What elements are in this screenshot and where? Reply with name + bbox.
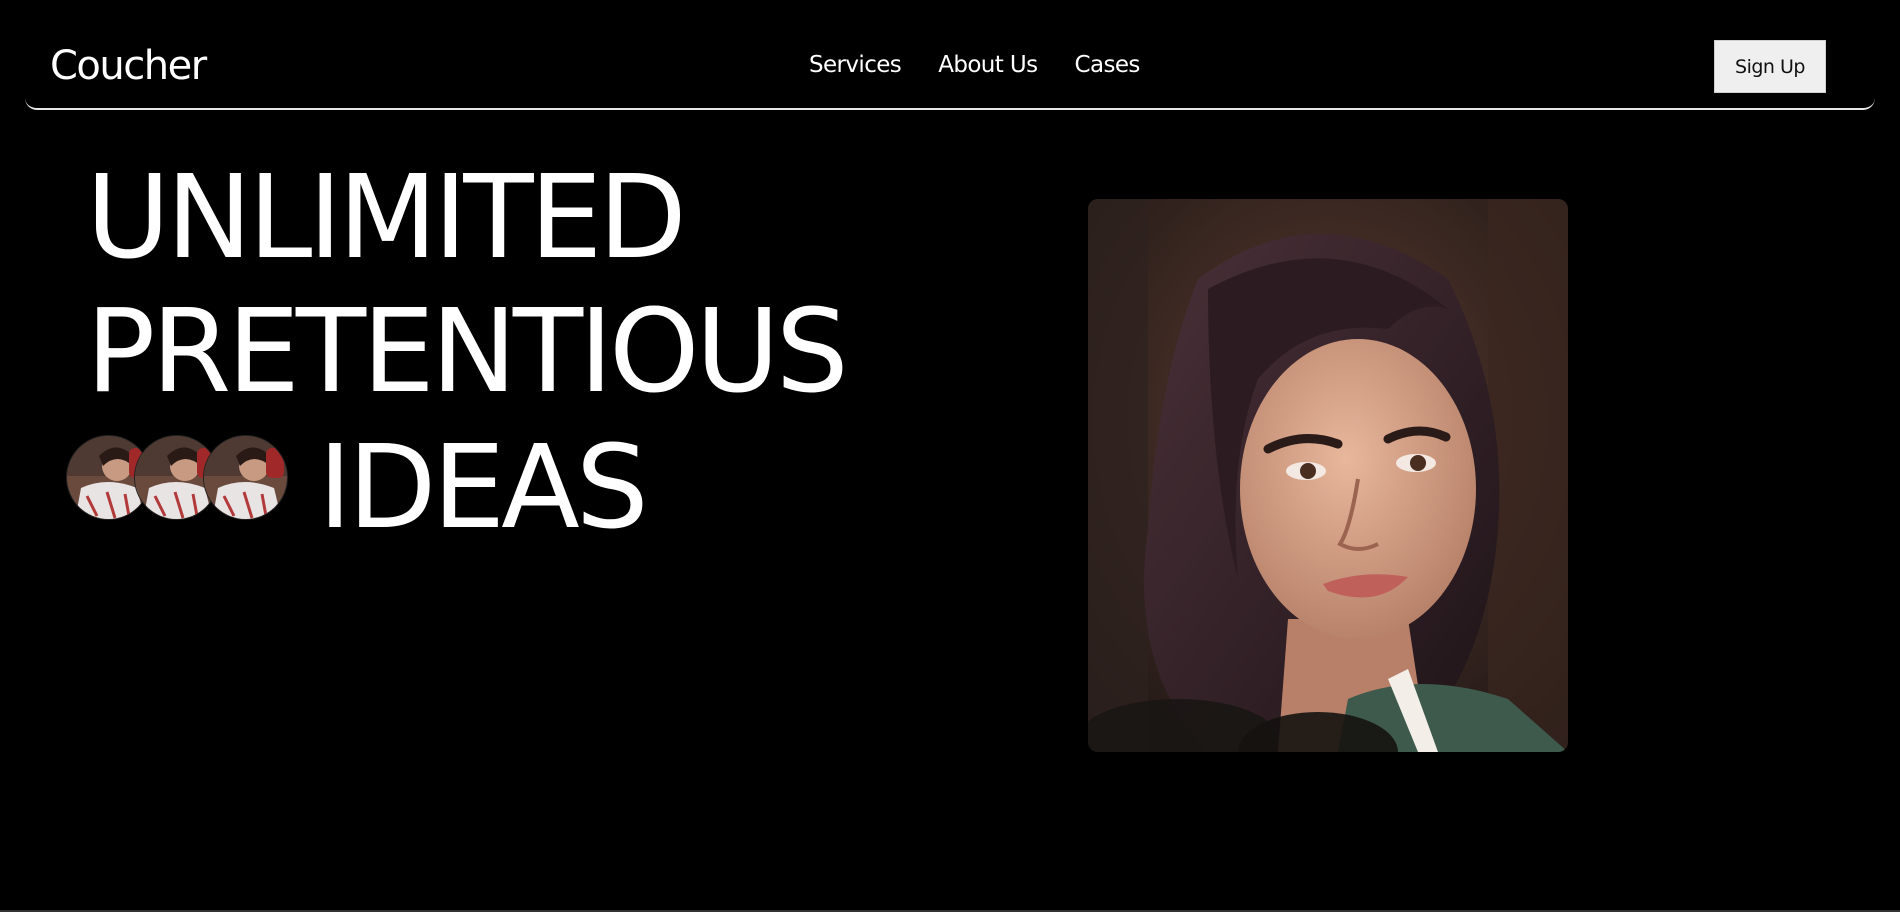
avatar xyxy=(203,435,288,520)
nav-link-cases[interactable]: Cases xyxy=(1075,50,1141,80)
nav-link-services[interactable]: Services xyxy=(809,50,902,80)
main-nav: Services About Us Cases xyxy=(809,50,1140,80)
avatar-group xyxy=(66,435,296,523)
page: Coucher Services About Us Cases Sign Up … xyxy=(0,0,1900,912)
hero-heading-line-3: IDEAS xyxy=(318,421,649,555)
hero-heading-line-1: UNLIMITED xyxy=(86,151,687,285)
hero-portrait-image xyxy=(1088,199,1568,752)
sign-up-button[interactable]: Sign Up xyxy=(1714,40,1826,93)
hero-heading-line-2: PRETENTIOUS xyxy=(86,285,849,419)
brand-logo[interactable]: Coucher xyxy=(50,40,207,92)
nav-link-about-us[interactable]: About Us xyxy=(938,50,1038,80)
top-navbar: Coucher Services About Us Cases xyxy=(25,0,1875,110)
